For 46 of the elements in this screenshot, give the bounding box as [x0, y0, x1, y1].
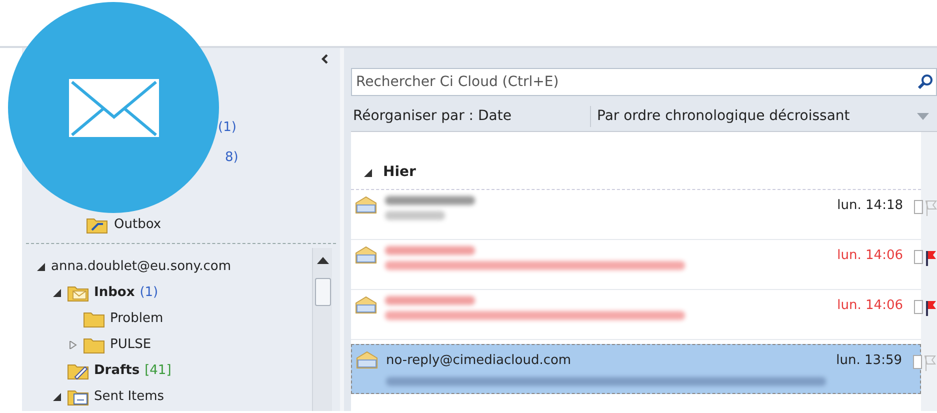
- message-time: lun. 14:06: [837, 297, 904, 315]
- expanded-triangle-icon[interactable]: [53, 289, 61, 297]
- unread-count: [41]: [144, 362, 172, 380]
- arrange-by-label[interactable]: Réorganiser par : Date: [351, 106, 591, 127]
- message-time: lun. 14:06: [837, 247, 904, 265]
- folder-item[interactable]: Sent Items: [94, 387, 164, 407]
- collapse-chevron-icon[interactable]: [321, 54, 328, 64]
- inbox-folder-icon: [67, 284, 89, 302]
- envelope-icon: [68, 78, 158, 136]
- collapsed-triangle-icon[interactable]: [69, 341, 77, 349]
- unread-count: 8): [225, 149, 238, 167]
- scrollbar-thumb[interactable]: [315, 278, 331, 306]
- open-envelope-icon: [355, 246, 377, 264]
- drafts-folder-icon: [67, 362, 89, 380]
- group-header[interactable]: Hier: [383, 162, 416, 183]
- sent-folder-icon: [67, 388, 89, 406]
- open-envelope-icon: [355, 296, 377, 314]
- expanded-triangle-icon[interactable]: [364, 168, 372, 176]
- folder-item[interactable]: PULSE: [110, 335, 152, 355]
- message-time: lun. 13:59: [836, 352, 903, 370]
- scroll-up-icon[interactable]: [317, 256, 329, 264]
- sender-name: no-reply@cimediacloud.com: [386, 352, 572, 370]
- blurred-preview: [385, 211, 445, 220]
- open-envelope-icon: [356, 351, 378, 369]
- sort-order-label[interactable]: Par ordre chronologique décroissant: [591, 106, 917, 127]
- unread-count: (1): [140, 284, 158, 302]
- expanded-triangle-icon[interactable]: [53, 393, 61, 401]
- folder-icon: [83, 336, 105, 354]
- flag-icon[interactable]: [925, 250, 937, 266]
- search-icon[interactable]: [917, 74, 933, 90]
- message-row[interactable]: lun. 14:06: [351, 290, 921, 340]
- outbox-folder-icon: [86, 216, 108, 234]
- account-label[interactable]: anna.doublet@eu.sony.com: [51, 257, 232, 277]
- folder-icon: [83, 310, 105, 328]
- folder-item[interactable]: Outbox: [114, 215, 162, 234]
- search-field[interactable]: Rechercher Ci Cloud (Ctrl+E): [351, 68, 937, 96]
- expanded-triangle-icon[interactable]: [37, 263, 45, 271]
- open-envelope-icon: [355, 196, 377, 214]
- folder-item[interactable]: Drafts: [94, 361, 140, 381]
- flag-icon[interactable]: [925, 300, 937, 316]
- message-row[interactable]: lun. 14:18: [351, 190, 921, 240]
- message-time: lun. 14:18: [837, 197, 904, 215]
- message-row[interactable]: lun. 14:06: [351, 240, 921, 290]
- folder-item[interactable]: Inbox: [94, 283, 135, 303]
- unread-count: (1): [218, 119, 236, 137]
- folder-item[interactable]: Problem: [110, 309, 164, 329]
